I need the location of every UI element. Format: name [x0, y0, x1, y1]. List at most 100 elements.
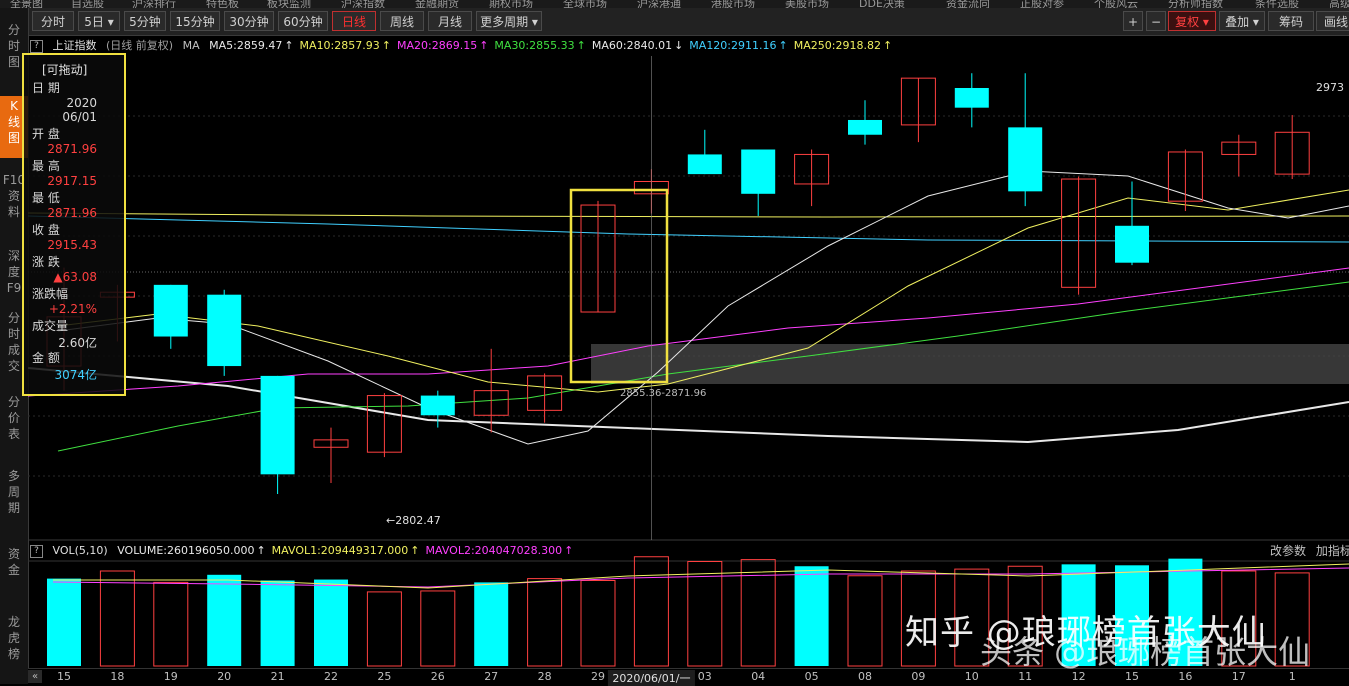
scroll-left-icon[interactable]: «	[28, 670, 42, 683]
period-button[interactable]: 分时	[32, 11, 74, 31]
top-menu-item[interactable]: 期权市场	[489, 0, 533, 8]
info-label: 涨 跌	[32, 255, 60, 269]
top-menu-item[interactable]: 沪深排行	[132, 0, 176, 8]
up-arrow-icon: ↑	[381, 39, 391, 52]
index-title: 上证指数	[52, 39, 97, 52]
info-value: 06/01	[62, 110, 97, 124]
ma-indicator-line: ? 上证指数 (日线 前复权) MA MA5:2859.47 ↑ MA10:2857…	[30, 37, 898, 55]
date-label: 18	[110, 670, 125, 683]
info-label: 涨跌幅	[32, 287, 69, 301]
period-button[interactable]: 更多周期 ▾	[476, 11, 542, 31]
date-label: 19	[163, 670, 178, 683]
fuquan-button[interactable]: 复权 ▾	[1168, 11, 1216, 31]
up-arrow-icon: ↑	[410, 544, 420, 557]
price-axis-label: 2973	[1316, 81, 1344, 94]
date-label: 21	[270, 670, 285, 683]
top-menu-item[interactable]: 高级选股	[1329, 0, 1349, 8]
volume-bar	[260, 580, 295, 666]
down-arrow-icon: ↓	[674, 39, 684, 52]
highlight-band	[591, 344, 1349, 384]
date-label: 05	[804, 670, 819, 683]
help-icon[interactable]: ?	[30, 39, 43, 53]
volume-bar	[794, 566, 829, 666]
top-menu-item[interactable]: 分析师指数	[1168, 0, 1223, 8]
period-button[interactable]: 月线	[428, 11, 472, 31]
top-menu-item[interactable]: 个股风云	[1094, 0, 1138, 8]
up-arrow-icon: ↑	[576, 39, 586, 52]
date-label: 20	[217, 670, 232, 683]
vol-links: 改参数 加指标	[1270, 542, 1349, 560]
info-label: 最 高	[32, 159, 60, 173]
change-params-link[interactable]: 改参数	[1270, 544, 1306, 558]
sidebar-tab[interactable]: 多 周 期	[0, 466, 28, 526]
kline-chart[interactable]: ←2802.47 2855.36-2871.96 2973	[28, 56, 1349, 668]
period-button[interactable]: 30分钟	[224, 11, 274, 31]
draw-button[interactable]: 画线	[1316, 11, 1349, 31]
period-button[interactable]: 5分钟	[124, 11, 166, 31]
top-menu-item[interactable]: 正股对参	[1020, 0, 1064, 8]
date-label: 03	[697, 670, 712, 683]
ma-value: MA20:2869.15	[396, 39, 478, 52]
add-indicator-link[interactable]: 加指标	[1316, 544, 1349, 558]
period-button[interactable]: 5日 ▾	[78, 11, 120, 31]
volume-bar	[99, 570, 135, 667]
top-menu-item[interactable]: 资金流向	[946, 0, 990, 8]
info-value: 2.60亿	[58, 336, 97, 350]
candle-body	[207, 294, 242, 367]
period-button[interactable]: 15分钟	[170, 11, 220, 31]
candle-body	[741, 149, 776, 194]
top-menu-item[interactable]: DDE决策	[859, 0, 905, 8]
period-button[interactable]: 周线	[380, 11, 424, 31]
sidebar-tab[interactable]: 资 金	[0, 544, 28, 598]
top-menu-item[interactable]: 沪深港通	[637, 0, 681, 8]
info-label: 开 盘	[32, 127, 60, 141]
top-menu-item[interactable]: 美股市场	[785, 0, 829, 8]
volume-bar	[314, 579, 348, 666]
date-label: 15	[57, 670, 71, 683]
top-menu-item[interactable]: 全球市场	[563, 0, 607, 8]
up-arrow-icon: ↑	[479, 39, 489, 52]
volume-bar	[527, 578, 563, 667]
period-button[interactable]: 60分钟	[278, 11, 328, 31]
top-menu-item[interactable]: 全景图	[10, 0, 43, 8]
candle-body	[420, 395, 455, 416]
zoom-out-button[interactable]: −	[1146, 11, 1166, 31]
candle-body	[954, 87, 989, 108]
quote-info-panel[interactable]: [可拖动] 日 期 2020 06/01 开 盘 2871.96 最 高 2917.15 最 …	[22, 53, 126, 396]
overlay-button[interactable]: 叠加 ▾	[1219, 11, 1265, 31]
vol-value: VOLUME:260196050.000	[117, 544, 255, 557]
date-label: 29	[591, 670, 605, 683]
top-menu-item[interactable]: 金融期货	[415, 0, 459, 8]
top-menu-item[interactable]: 沪深指数	[341, 0, 385, 8]
zoom-in-button[interactable]: +	[1123, 11, 1143, 31]
volume-bar	[580, 580, 616, 667]
sidebar-tab[interactable]: 分 价 表	[0, 392, 28, 450]
top-menu-item[interactable]: 自选股	[71, 0, 104, 8]
volume-bar	[633, 556, 669, 667]
help-icon[interactable]: ?	[30, 544, 43, 558]
date-label: 27	[484, 670, 499, 683]
vol-title: VOL(5,10)	[52, 544, 108, 557]
chips-button[interactable]: 筹码	[1268, 11, 1314, 31]
candle-body	[1008, 127, 1043, 192]
volume-bar	[366, 591, 402, 667]
info-value: 2917.15	[47, 174, 97, 188]
candle-body	[1115, 225, 1149, 263]
up-arrow-icon: ↑	[256, 544, 266, 557]
info-value: 2871.96	[47, 206, 97, 220]
up-arrow-icon: ↑	[778, 39, 788, 52]
period-toolbar: 分时 5日 ▾ 5分钟 15分钟 30分钟 60分钟 日线 周线 月线 更多周期 ▾ + − 复权 ▾ 叠…	[0, 8, 1349, 36]
date-label: 09	[911, 670, 926, 683]
low-price-label: ←2802.47	[386, 514, 441, 527]
top-menu-item[interactable]: 港股市场	[711, 0, 755, 8]
info-label: 日 期	[32, 81, 60, 95]
sidebar-tab[interactable]: 龙 虎 榜	[0, 612, 28, 668]
period-button[interactable]: 日线	[332, 11, 376, 31]
top-menu-item[interactable]: 条件选股	[1255, 0, 1299, 8]
candle-body	[153, 284, 188, 337]
top-menu-item[interactable]: 特色板	[206, 0, 239, 8]
ma-value: MA10:2857.93	[299, 39, 380, 52]
top-menu-item[interactable]: 板块监测	[267, 0, 311, 8]
crosshair-label: 2855.36-2871.96	[620, 388, 706, 399]
drag-hint: [可拖动]	[42, 63, 88, 77]
